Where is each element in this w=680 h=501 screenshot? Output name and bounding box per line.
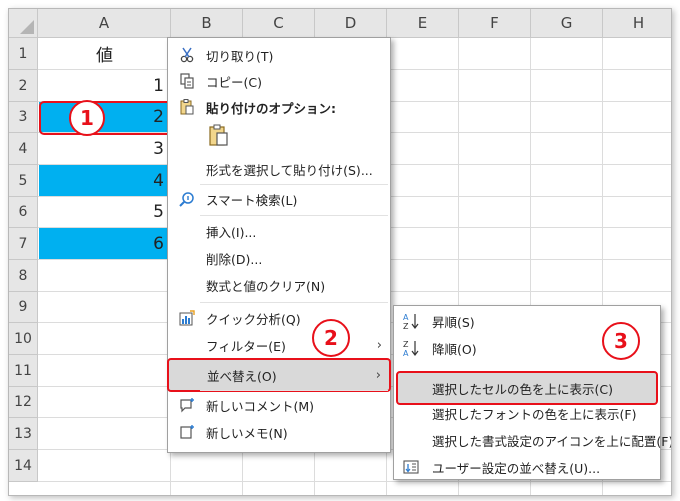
- new-comment-icon: [178, 396, 196, 414]
- menu-label-new-note: 新しいメモ(N): [206, 425, 288, 441]
- step-badge-2: 2: [312, 319, 350, 357]
- submenu-item-font-color-top[interactable]: 選択したフォントの色を上に表示(F): [394, 400, 660, 426]
- menu-item-smart-lookup[interactable]: スマート検索(L): [168, 186, 390, 212]
- column-header-e[interactable]: E: [387, 9, 459, 38]
- column-header-b[interactable]: B: [171, 9, 243, 38]
- svg-text:Z: Z: [403, 340, 409, 349]
- submenu-item-icon-top[interactable]: 選択した書式設定のアイコンを上に配置(F): [394, 427, 671, 453]
- row-header-13[interactable]: 13: [9, 418, 38, 450]
- cell-a5[interactable]: 4: [39, 165, 170, 196]
- cell-a6[interactable]: 5: [39, 197, 170, 227]
- cell-a1[interactable]: 値: [39, 38, 170, 69]
- menu-item-sort[interactable]: 並べ替え(O) ›: [167, 358, 391, 392]
- menu-separator: [200, 390, 388, 391]
- custom-sort-icon: [402, 458, 420, 476]
- column-header-f[interactable]: F: [459, 9, 531, 38]
- scissors-icon: [178, 46, 196, 64]
- menu-label-new-comment: 新しいコメント(M): [206, 398, 315, 414]
- menu-item-new-comment[interactable]: 新しいコメント(M): [168, 392, 390, 418]
- column-header-g[interactable]: G: [531, 9, 603, 38]
- copy-icon: [178, 72, 196, 90]
- svg-text:A: A: [403, 313, 409, 322]
- step-badge-1: 1: [69, 100, 105, 136]
- menu-item-copy[interactable]: コピー(C): [168, 68, 390, 94]
- row-header-2[interactable]: 2: [9, 70, 38, 102]
- submenu-label-custom-sort: ユーザー設定の並べ替え(U)...: [432, 460, 601, 476]
- step-badge-3: 3: [602, 322, 640, 360]
- clipboard-icon: [178, 98, 196, 116]
- menu-label-quick-analysis: クイック分析(Q): [206, 311, 301, 327]
- paste-clipboard-icon: [209, 124, 229, 150]
- row-header-9[interactable]: 9: [9, 292, 38, 323]
- submenu-label-icon-top: 選択した書式設定のアイコンを上に配置(F): [432, 433, 672, 449]
- row-header-12[interactable]: 12: [9, 387, 38, 418]
- row-header-5[interactable]: 5: [9, 165, 38, 197]
- chevron-right-icon: ›: [375, 367, 381, 383]
- sort-za-icon: ZA: [402, 339, 420, 357]
- menu-label-paste-options: 貼り付けのオプション:: [206, 100, 336, 116]
- row-header-3[interactable]: 3: [9, 102, 38, 133]
- column-header-a[interactable]: A: [38, 9, 171, 38]
- row-header-1[interactable]: 1: [9, 38, 38, 70]
- submenu-label-cell-color-top: 選択したセルの色を上に表示(C): [432, 381, 613, 397]
- menu-item-new-note[interactable]: 新しいメモ(N): [168, 419, 390, 445]
- menu-label-smart-lookup: スマート検索(L): [206, 192, 298, 208]
- select-all-corner[interactable]: [9, 9, 38, 38]
- column-header-c[interactable]: C: [243, 9, 315, 38]
- menu-item-paste-options: 貼り付けのオプション:: [168, 94, 390, 120]
- menu-label-delete: 削除(D)...: [206, 251, 263, 267]
- excel-sheet-window: A B C D E F G H 1 2 3 4 5 6 7 8 9 10 11 …: [8, 8, 672, 496]
- svg-text:A: A: [403, 349, 409, 357]
- chevron-right-icon: ›: [376, 337, 382, 353]
- menu-item-filter[interactable]: フィルター(E) ›: [168, 332, 390, 358]
- row-header-4[interactable]: 4: [9, 133, 38, 165]
- row-header-7[interactable]: 7: [9, 228, 38, 260]
- row-header-8[interactable]: 8: [9, 260, 38, 292]
- menu-item-cut[interactable]: 切り取り(T): [168, 42, 390, 68]
- menu-label-sort: 並べ替え(O): [207, 368, 277, 384]
- submenu-label-font-color-top: 選択したフォントの色を上に表示(F): [432, 406, 637, 422]
- menu-label-clear: 数式と値のクリア(N): [206, 278, 326, 294]
- menu-label-filter: フィルター(E): [206, 338, 286, 354]
- menu-item-quick-analysis[interactable]: クイック分析(Q): [168, 305, 390, 331]
- row-header-10[interactable]: 10: [9, 323, 38, 355]
- menu-item-clear[interactable]: 数式と値のクリア(N): [168, 272, 390, 298]
- column-header-d[interactable]: D: [315, 9, 387, 38]
- selected-cell-outline: [39, 101, 173, 135]
- submenu-label-sort-asc: 昇順(S): [432, 314, 475, 330]
- menu-item-delete[interactable]: 削除(D)...: [168, 245, 390, 271]
- menu-label-insert: 挿入(I)...: [206, 224, 257, 240]
- quick-analysis-icon: [178, 309, 196, 327]
- row-header-14[interactable]: 14: [9, 450, 38, 482]
- row-header-11[interactable]: 11: [9, 355, 38, 387]
- menu-label-cut: 切り取り(T): [206, 48, 274, 64]
- context-menu: 切り取り(T) コピー(C) 貼り付けのオプション: 形式を選択して貼り付け(S…: [167, 37, 391, 453]
- submenu-item-custom-sort[interactable]: ユーザー設定の並べ替え(U)...: [394, 454, 660, 480]
- cell-a4[interactable]: 3: [39, 133, 170, 164]
- menu-separator: [200, 215, 388, 216]
- sort-az-icon: AZ: [402, 312, 420, 330]
- svg-text:Z: Z: [403, 322, 409, 330]
- menu-label-paste-special: 形式を選択して貼り付け(S)...: [206, 162, 373, 178]
- search-info-icon: [178, 190, 196, 208]
- submenu-label-sort-desc: 降順(O): [432, 341, 477, 357]
- menu-item-paste-special[interactable]: 形式を選択して貼り付け(S)...: [168, 156, 390, 182]
- menu-item-insert[interactable]: 挿入(I)...: [168, 218, 390, 244]
- gridline: [38, 481, 671, 482]
- row-header-6[interactable]: 6: [9, 197, 38, 228]
- cell-a7[interactable]: 6: [39, 228, 170, 259]
- new-note-icon: [178, 423, 196, 441]
- column-header-h[interactable]: H: [603, 9, 671, 38]
- cell-a2[interactable]: 1: [39, 70, 170, 101]
- paste-button[interactable]: [206, 124, 232, 150]
- menu-separator: [200, 302, 388, 303]
- menu-separator: [200, 184, 388, 185]
- menu-label-copy: コピー(C): [206, 74, 262, 90]
